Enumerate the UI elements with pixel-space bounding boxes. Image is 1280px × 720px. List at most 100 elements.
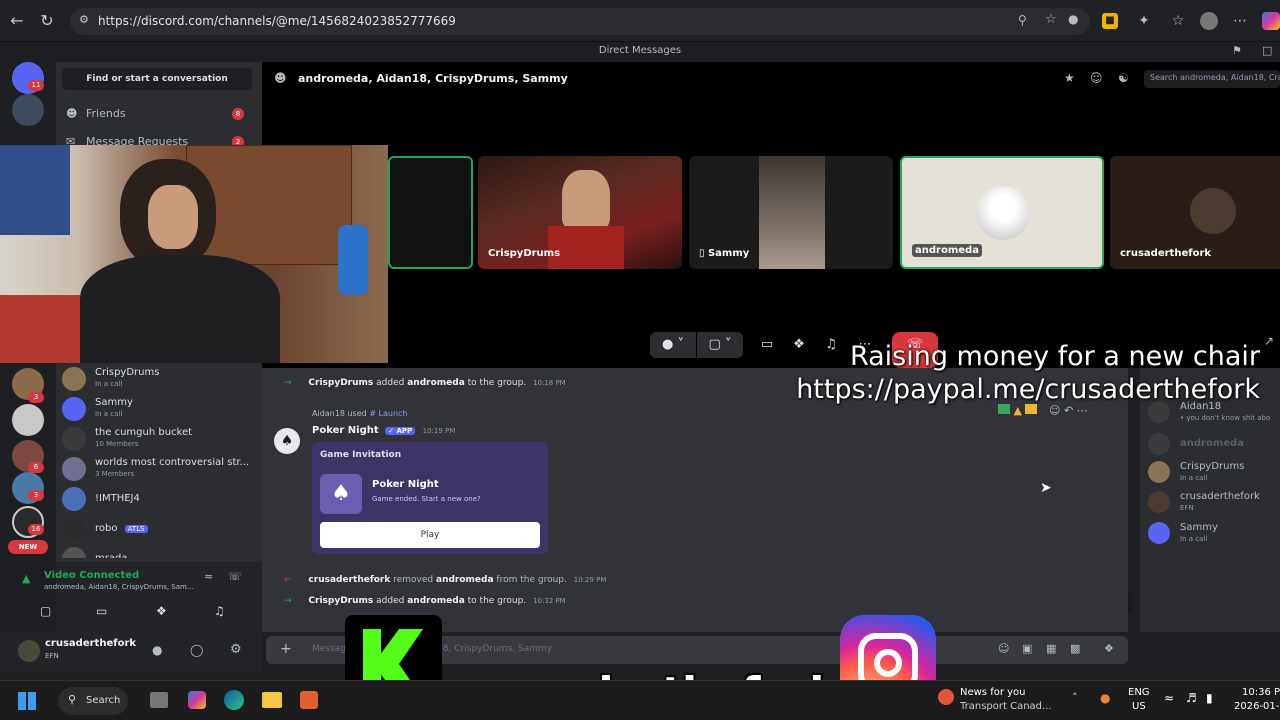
address-bar[interactable]: ⚙ https://discord.com/channels/@me/14568… bbox=[70, 8, 1090, 35]
timestamp: 10:32 PM bbox=[533, 597, 566, 605]
video-tile[interactable]: ▯ Sammy bbox=[689, 156, 893, 269]
actor[interactable]: CrispyDrums bbox=[308, 378, 373, 388]
mute-button[interactable]: ● ˅ bbox=[650, 332, 696, 358]
headphones-icon[interactable]: ◯ bbox=[190, 643, 203, 657]
actor[interactable]: crusaderthefork bbox=[308, 575, 390, 585]
dm-item[interactable]: worlds most controversial str... 3 Membe… bbox=[62, 454, 258, 484]
member-list-icon[interactable]: ☯ bbox=[1118, 71, 1129, 85]
volume-icon[interactable]: ♬ bbox=[1186, 691, 1197, 705]
video-feed bbox=[759, 156, 825, 269]
add-attachment-icon[interactable]: + bbox=[280, 641, 292, 657]
weather-icon[interactable] bbox=[938, 689, 954, 705]
pin-icon[interactable]: ★ bbox=[1064, 71, 1075, 85]
dm-item[interactable]: CrispyDrums In a call bbox=[62, 364, 258, 394]
avatar bbox=[62, 517, 86, 541]
dm-name: worlds most controversial str... bbox=[95, 457, 250, 468]
webcam-overlay bbox=[0, 145, 388, 363]
back-arrow-icon[interactable]: ← bbox=[6, 10, 28, 32]
member-item[interactable]: CrispyDrums In a call bbox=[1148, 458, 1280, 488]
activities-icon[interactable]: ❖ bbox=[156, 604, 167, 618]
disconnect-icon[interactable]: ☏ bbox=[228, 570, 242, 583]
tile-label: ▯ Sammy bbox=[699, 248, 750, 259]
member-item[interactable]: Sammy In a call bbox=[1148, 519, 1280, 549]
scrollbar[interactable] bbox=[1128, 592, 1132, 612]
news-title[interactable]: News for you bbox=[960, 687, 1026, 698]
screen-share-button[interactable]: ▭ bbox=[754, 332, 780, 358]
video-tile[interactable] bbox=[388, 156, 473, 269]
avatar[interactable] bbox=[18, 640, 40, 662]
apps-icon[interactable]: ❖ bbox=[1104, 642, 1114, 655]
dm-status: 3 Members bbox=[95, 470, 135, 478]
command[interactable]: # Launch bbox=[369, 409, 407, 418]
windows-start-icon[interactable] bbox=[18, 692, 36, 710]
dm-item[interactable]: Sammy In a call bbox=[62, 394, 258, 424]
member-list: Aidan18 • you don't know shit abo androm… bbox=[1140, 368, 1280, 632]
copilot-icon[interactable] bbox=[188, 691, 206, 709]
star-icon[interactable]: ☆ bbox=[1045, 12, 1057, 27]
zoom-icon[interactable]: ⚲ bbox=[1018, 13, 1027, 27]
profile-avatar[interactable] bbox=[1200, 12, 1218, 30]
user-status: EFN bbox=[45, 652, 59, 660]
popout-icon[interactable]: ↗ bbox=[1264, 334, 1274, 348]
video-tile[interactable]: CrispyDrums bbox=[478, 156, 682, 269]
noise-suppression-icon[interactable]: ≈ bbox=[204, 570, 213, 583]
mic-icon[interactable]: ● bbox=[1068, 12, 1078, 26]
more-menu-icon[interactable]: ⋯ bbox=[1230, 11, 1250, 31]
author[interactable]: Poker Night bbox=[312, 425, 379, 436]
media-app-icon[interactable] bbox=[300, 691, 318, 709]
image-icon[interactable]: ▩ bbox=[1070, 642, 1080, 655]
camera-off-icon[interactable]: ▢ bbox=[40, 604, 51, 618]
target[interactable]: andromeda bbox=[436, 575, 494, 585]
add-friends-icon[interactable]: ☺ bbox=[1090, 71, 1103, 85]
language-indicator[interactable]: ENG bbox=[1128, 687, 1150, 698]
battery-icon[interactable]: ▮ bbox=[1206, 691, 1213, 705]
call-area: ☻ andromeda, Aidan18, CrispyDrums, Sammy… bbox=[262, 62, 1280, 368]
find-conversation-input[interactable]: Find or start a conversation bbox=[62, 68, 252, 90]
chevron-up-icon[interactable]: ˄ bbox=[1072, 691, 1078, 704]
taskbar-search[interactable]: ⚲ Search bbox=[58, 687, 128, 715]
dm-item[interactable]: the cumguh bucket 10 Members bbox=[62, 424, 258, 454]
actor[interactable]: Aidan18 bbox=[312, 409, 345, 418]
search-input[interactable]: Search andromeda, Aidan18, Cras bbox=[1144, 70, 1280, 88]
actor[interactable]: CrispyDrums bbox=[308, 596, 373, 606]
voice-channel[interactable]: andromeda, Aidan18, CrispyDrums, Sam... bbox=[44, 583, 194, 591]
favorites-icon[interactable]: ☆ bbox=[1168, 11, 1188, 31]
video-tile[interactable]: crusaderthefork bbox=[1110, 156, 1280, 269]
reload-icon[interactable]: ↻ bbox=[36, 10, 58, 32]
microphone-in-use-icon[interactable]: ● bbox=[1100, 691, 1110, 705]
window-icon[interactable]: □ bbox=[1262, 44, 1272, 57]
sticker-icon[interactable]: ▦ bbox=[1046, 642, 1056, 655]
video-tile[interactable]: andromeda bbox=[900, 156, 1104, 269]
gif-icon[interactable]: ▣ bbox=[1022, 642, 1032, 655]
extension-icon[interactable]: ■ bbox=[1102, 13, 1118, 29]
wifi-icon[interactable]: ≈ bbox=[1164, 691, 1174, 705]
target[interactable]: andromeda bbox=[407, 378, 465, 388]
site-info-icon[interactable]: ⚙ bbox=[79, 13, 89, 26]
target[interactable]: andromeda bbox=[407, 596, 465, 606]
dm-item[interactable]: robo ATLS bbox=[62, 514, 258, 544]
screen-share-icon[interactable]: ▭ bbox=[96, 604, 107, 618]
dm-item[interactable]: mrada bbox=[62, 544, 258, 558]
clock-time[interactable]: 10:36 PM bbox=[1242, 687, 1280, 698]
server-icon[interactable] bbox=[12, 94, 44, 126]
inbox-icon[interactable]: ⚑ bbox=[1232, 44, 1242, 57]
edge-browser-icon[interactable] bbox=[224, 690, 244, 710]
gift-icon[interactable]: ☺ bbox=[998, 642, 1009, 655]
play-button[interactable]: Play bbox=[320, 522, 540, 548]
copilot-icon[interactable] bbox=[1262, 12, 1280, 30]
puzzle-icon[interactable]: ✦ bbox=[1134, 11, 1154, 31]
soundboard-icon[interactable]: ♫ bbox=[214, 604, 225, 618]
task-view-icon[interactable] bbox=[150, 692, 168, 708]
member-item[interactable]: crusaderthefork EFN bbox=[1148, 488, 1280, 518]
sidebar-item-label: Friends bbox=[86, 107, 126, 120]
microphone-icon[interactable]: ● bbox=[152, 643, 162, 657]
file-explorer-icon[interactable] bbox=[262, 692, 282, 708]
server-icon[interactable] bbox=[12, 404, 44, 436]
app-avatar[interactable]: ♠ bbox=[274, 428, 300, 454]
dm-item[interactable]: !IMTHEJ4 bbox=[62, 484, 258, 514]
settings-gear-icon[interactable]: ⚙ bbox=[230, 642, 242, 657]
member-item[interactable]: andromeda bbox=[1148, 430, 1280, 460]
sidebar-item-friends[interactable]: ☻ Friends 8 bbox=[64, 102, 254, 126]
camera-button[interactable]: ▢ ˅ bbox=[697, 332, 743, 358]
verb: removed bbox=[393, 575, 434, 585]
